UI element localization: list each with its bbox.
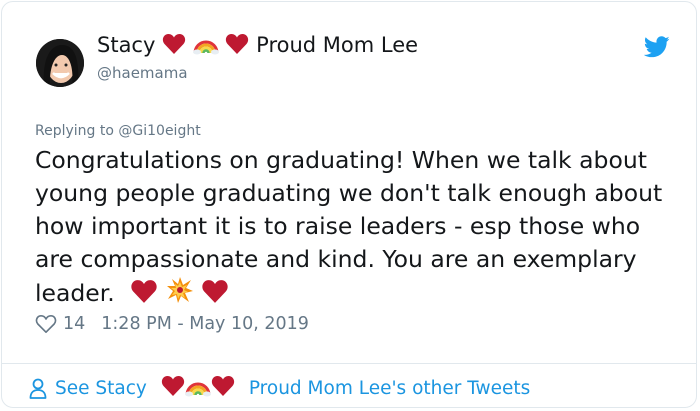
see-prefix: See Stacy (55, 378, 147, 399)
rainbow-emoji (192, 33, 219, 60)
divider (2, 363, 696, 364)
tweet-body: Congratulations on graduating! When we t… (35, 144, 675, 313)
like-count[interactable]: 14 (63, 314, 85, 334)
timestamp-link[interactable]: 1:28 PM - May 10, 2019 (101, 314, 309, 334)
author-name-prefix: Stacy (97, 33, 156, 57)
twitter-bird-icon[interactable] (643, 36, 670, 58)
see-other-tweets-link[interactable]: See Stacy Proud Mom Lee's other Tweets (29, 375, 530, 402)
red-heart-emoji (225, 33, 249, 60)
author-name-suffix: Proud Mom Lee (256, 33, 419, 57)
heart-outline-icon[interactable] (35, 314, 57, 334)
tweet-meta: 14 1:28 PM - May 10, 2019 (35, 314, 309, 334)
collision-emoji (166, 276, 194, 313)
tweet-card: Stacy Proud Mom Lee @haemama Replying to… (1, 1, 697, 408)
person-icon (29, 378, 47, 399)
red-heart-emoji (130, 279, 158, 313)
tweet-text: Congratulations on graduating! When we t… (35, 146, 663, 307)
author-handle[interactable]: @haemama (97, 64, 188, 82)
author-name[interactable]: Stacy Proud Mom Lee (97, 33, 418, 60)
red-heart-emoji (201, 279, 229, 313)
red-heart-emoji (161, 375, 185, 402)
avatar[interactable] (36, 39, 84, 87)
reply-context: Replying to @Gi10eight (35, 123, 201, 139)
red-heart-emoji (211, 375, 235, 402)
red-heart-emoji (162, 33, 186, 60)
reply-handle-link[interactable]: @Gi10eight (118, 123, 200, 139)
see-suffix: Proud Mom Lee's other Tweets (248, 378, 531, 399)
reply-prefix: Replying to (35, 123, 114, 139)
rainbow-emoji (184, 375, 211, 402)
